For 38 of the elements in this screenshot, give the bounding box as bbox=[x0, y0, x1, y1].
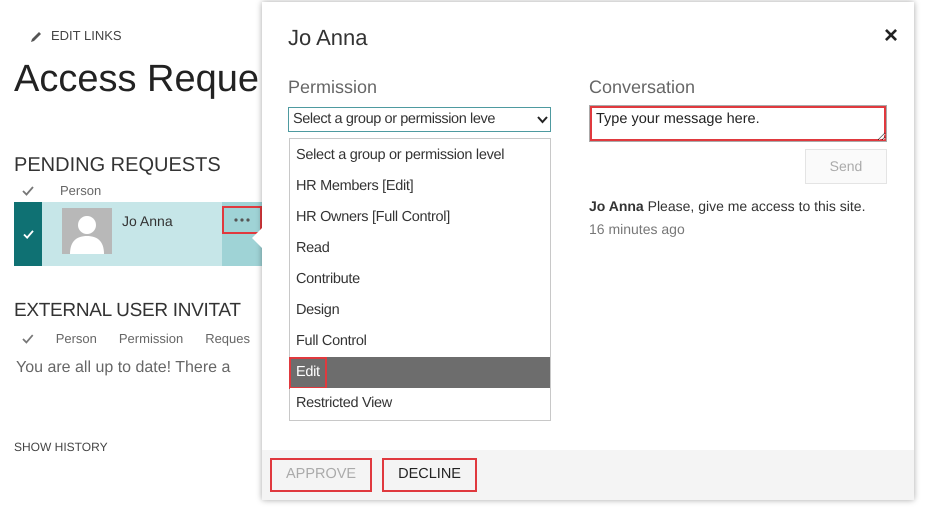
field-label: Permission bbox=[288, 76, 378, 99]
column-header: Reques bbox=[205, 330, 250, 348]
person-name: Jo Anna bbox=[122, 212, 173, 231]
list-option[interactable]: Design bbox=[291, 296, 344, 324]
close-button[interactable]: × bbox=[884, 24, 898, 48]
field-label: Conversation bbox=[589, 76, 696, 99]
chevron-down-icon bbox=[537, 116, 548, 124]
dialog-title: Jo Anna bbox=[288, 24, 368, 52]
request-row[interactable]: Jo Anna bbox=[14, 202, 262, 266]
list-option[interactable]: Restricted View bbox=[291, 390, 397, 418]
page-title: Access Reque bbox=[14, 57, 260, 102]
column-header: Person bbox=[60, 182, 102, 200]
list-option[interactable]: Read bbox=[291, 234, 334, 262]
list-option[interactable]: HR Members [Edit] bbox=[291, 172, 418, 200]
message-time: 16 minutes ago bbox=[589, 220, 686, 239]
message-field[interactable]: Type your message here. bbox=[589, 105, 887, 142]
list-option[interactable]: Full Control bbox=[291, 328, 372, 356]
footer-button[interactable]: DECLINE bbox=[384, 460, 475, 490]
section-heading: PENDING REQUESTS bbox=[14, 153, 222, 178]
edit-links-link[interactable]: EDIT LINKS bbox=[51, 26, 122, 46]
column-header: Person bbox=[56, 330, 97, 348]
column-header: Permission bbox=[118, 330, 184, 348]
empty-state-message: You are all up to date! There a bbox=[15, 358, 232, 378]
show-history-link[interactable]: SHOW HISTORY bbox=[14, 438, 250, 456]
section-heading: EXTERNAL USER INVITAT bbox=[14, 299, 242, 323]
check-icon bbox=[22, 230, 34, 238]
pencil-icon bbox=[30, 30, 43, 42]
more-options-button[interactable] bbox=[224, 208, 260, 232]
permission-dropdown[interactable]: Select a group or permission leve bbox=[288, 107, 551, 132]
check-icon bbox=[22, 186, 34, 196]
message-text: Jo Anna Please, give me access to this site. bbox=[589, 197, 866, 216]
list-option[interactable]: Contribute bbox=[291, 266, 365, 294]
list-option[interactable]: Select a group or permission level bbox=[291, 142, 510, 170]
list-option[interactable]: HR Owners [Full Control] bbox=[291, 204, 455, 232]
avatar-icon bbox=[62, 208, 112, 254]
list-option[interactable]: Edit bbox=[291, 358, 325, 386]
ellipsis-icon bbox=[234, 218, 250, 222]
check-icon bbox=[22, 334, 34, 344]
